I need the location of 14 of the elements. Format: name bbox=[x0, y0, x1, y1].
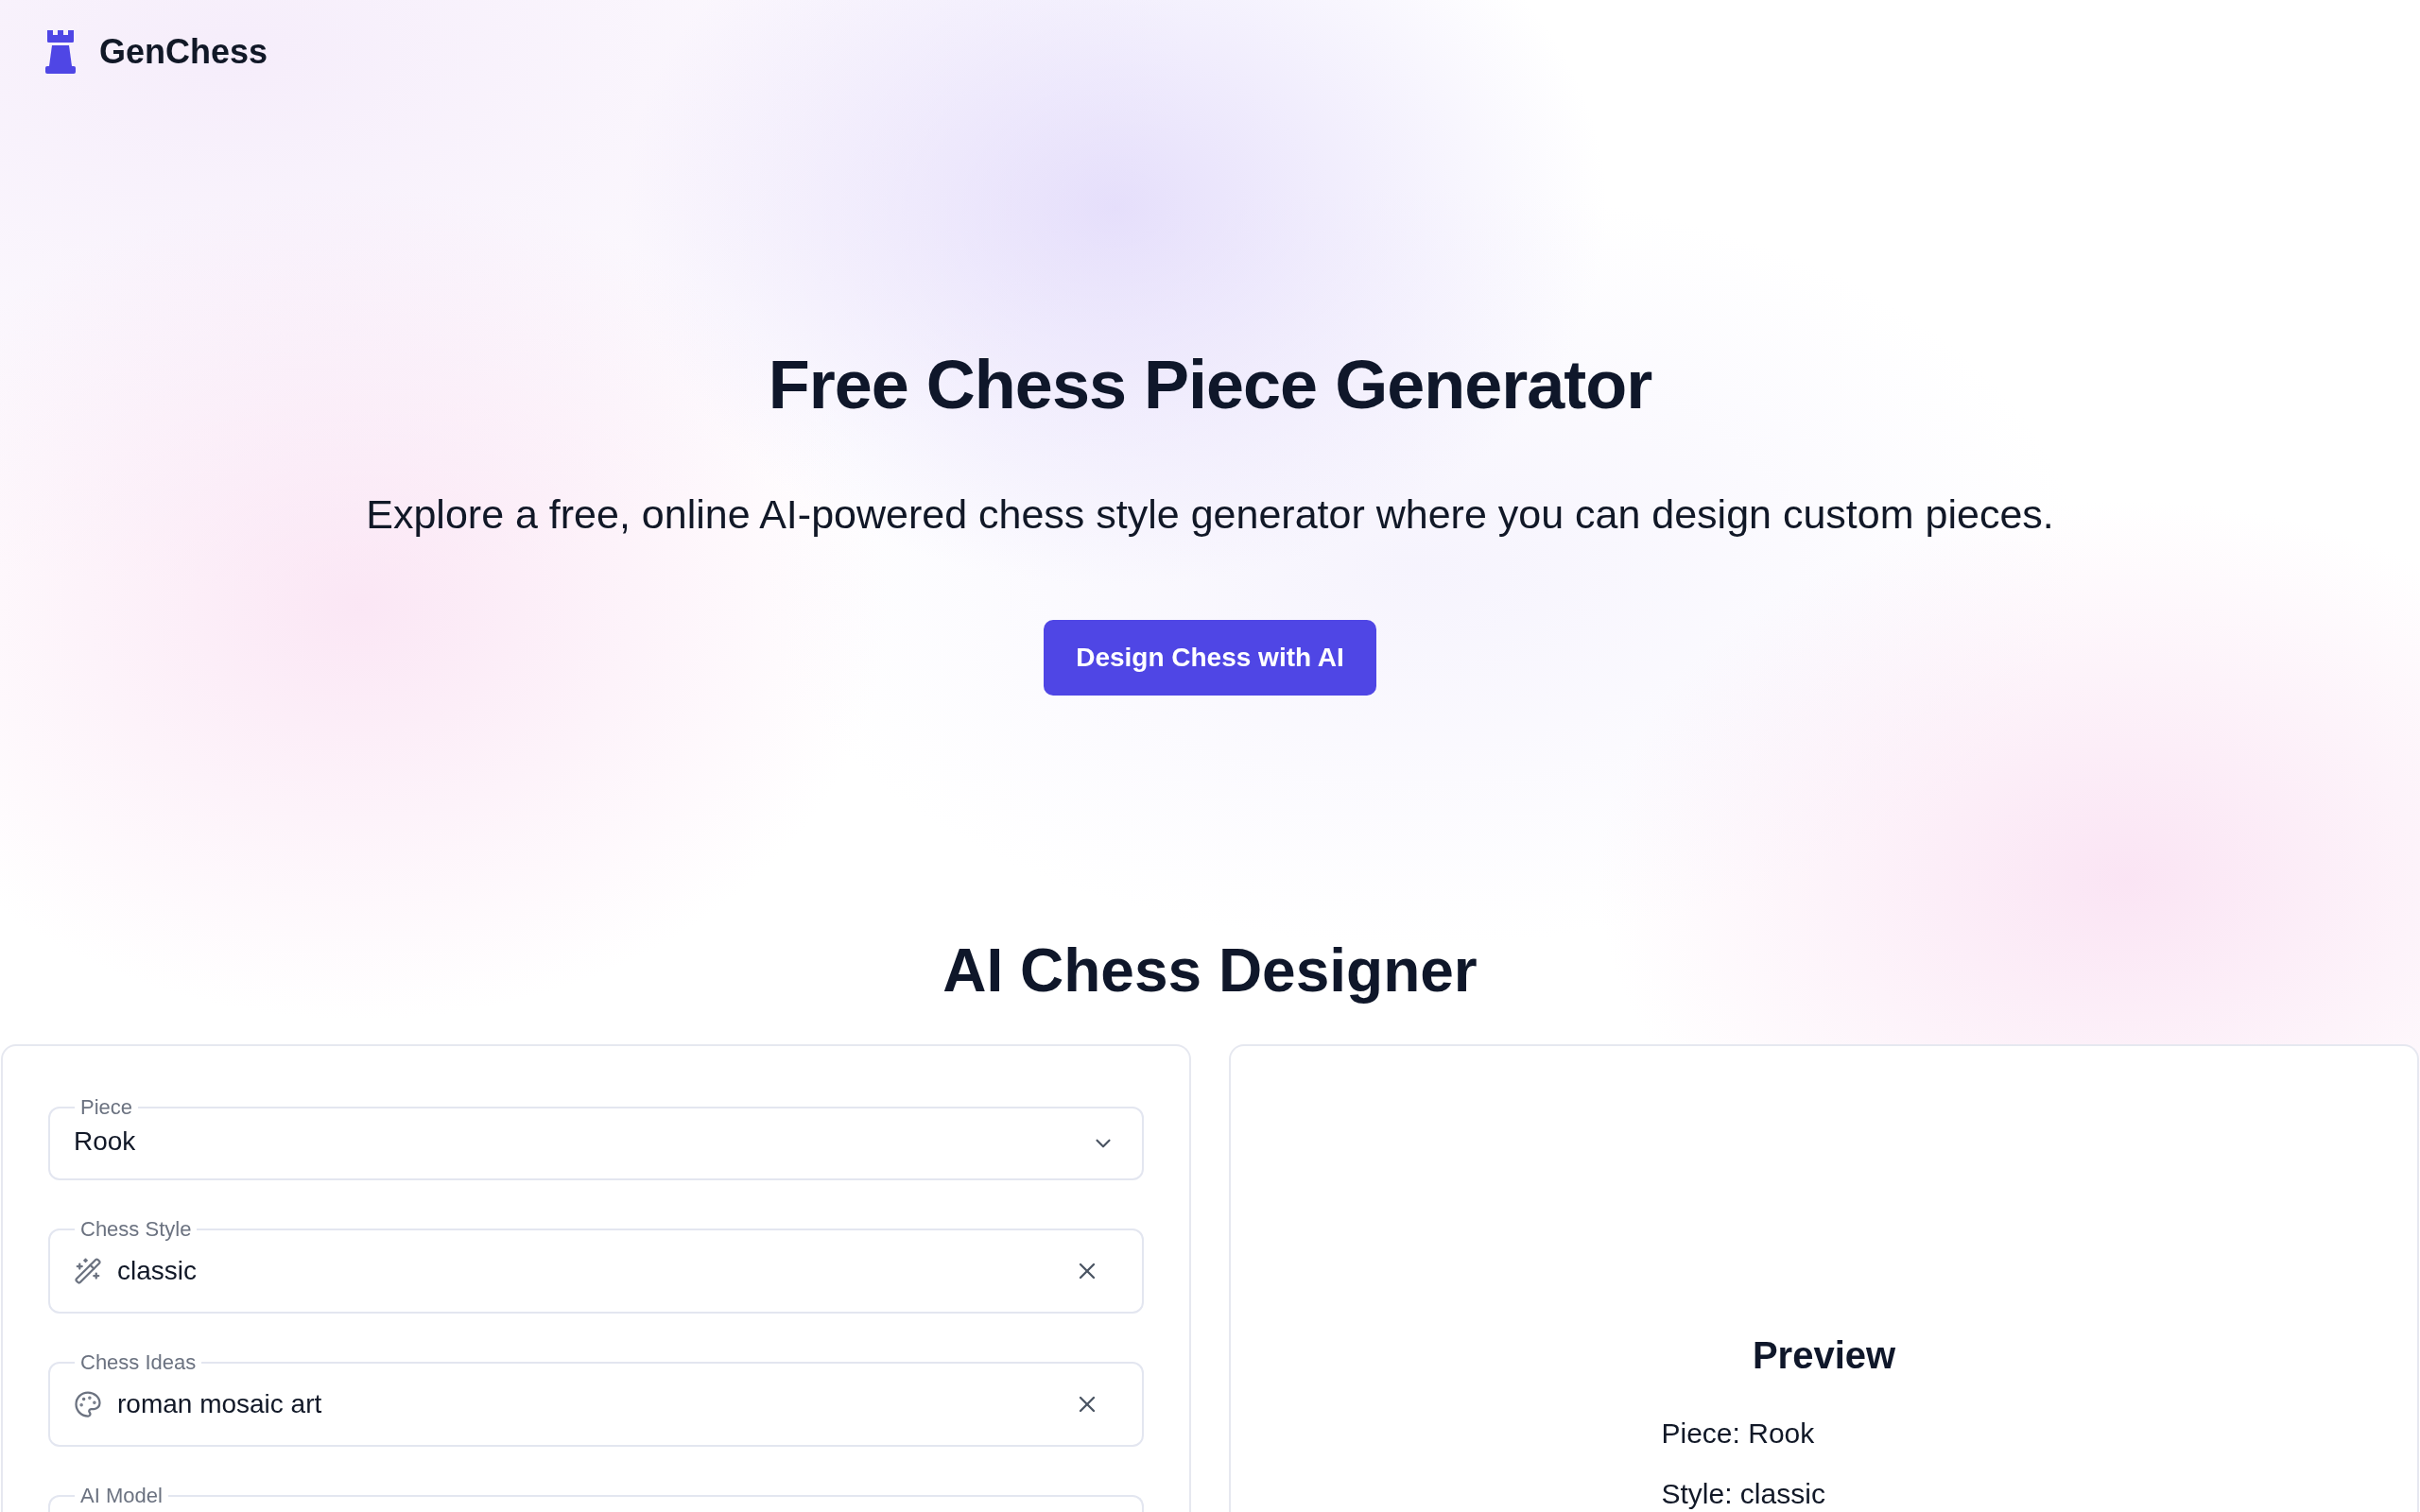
logo-text[interactable]: GenChess bbox=[99, 31, 268, 73]
palette-icon bbox=[74, 1390, 102, 1418]
preview-text: Style: classic bbox=[1661, 1477, 1825, 1511]
rook-logo-icon bbox=[45, 30, 76, 74]
hero-subtitle: Explore a free, online AI-powered chess style generator where you can design custom pieces. bbox=[366, 490, 2054, 539]
section-title: AI Chess Designer bbox=[942, 936, 1478, 1005]
field-value: Rook bbox=[74, 1125, 137, 1158]
field-value: classic bbox=[117, 1255, 198, 1287]
hero-title: Free Chess Piece Generator bbox=[768, 346, 1652, 424]
design-chess-button[interactable]: Design Chess with AI bbox=[1044, 620, 1376, 696]
preview-text: Piece: Rook bbox=[1661, 1417, 1815, 1451]
preview-title: Preview bbox=[1752, 1333, 1896, 1378]
magic-wand-icon bbox=[74, 1257, 102, 1285]
field-value: roman mosaic art bbox=[117, 1388, 323, 1420]
